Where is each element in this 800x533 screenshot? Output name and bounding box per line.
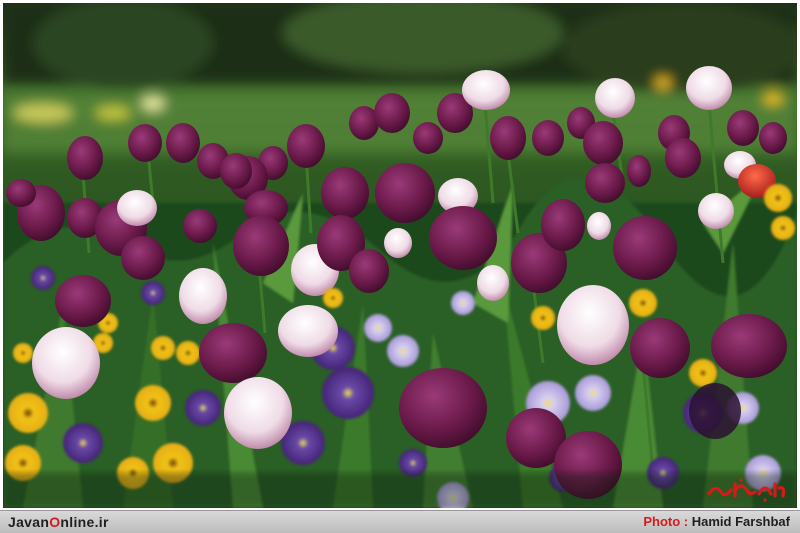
photographer-name: Hamid Farshbaf: [691, 514, 790, 529]
photo-credit-bar: JavanOnline.ir Photo : Hamid Farshbaf: [0, 510, 800, 533]
site-name-highlight: O: [49, 514, 61, 530]
site-name-prefix: Javan: [8, 514, 50, 530]
photo-frame: JavanOnline.ir Photo : Hamid Farshbaf: [0, 0, 800, 533]
tulip-garden-image: [3, 3, 797, 508]
site-name[interactable]: JavanOnline.ir: [8, 514, 109, 530]
javan-logo-watermark-icon: [707, 478, 786, 502]
site-name-suffix: nline.ir: [60, 514, 109, 530]
photo-label: Photo :: [643, 514, 689, 529]
tulip-photo: [3, 3, 797, 508]
photo-credit: Photo : Hamid Farshbaf: [643, 514, 790, 529]
